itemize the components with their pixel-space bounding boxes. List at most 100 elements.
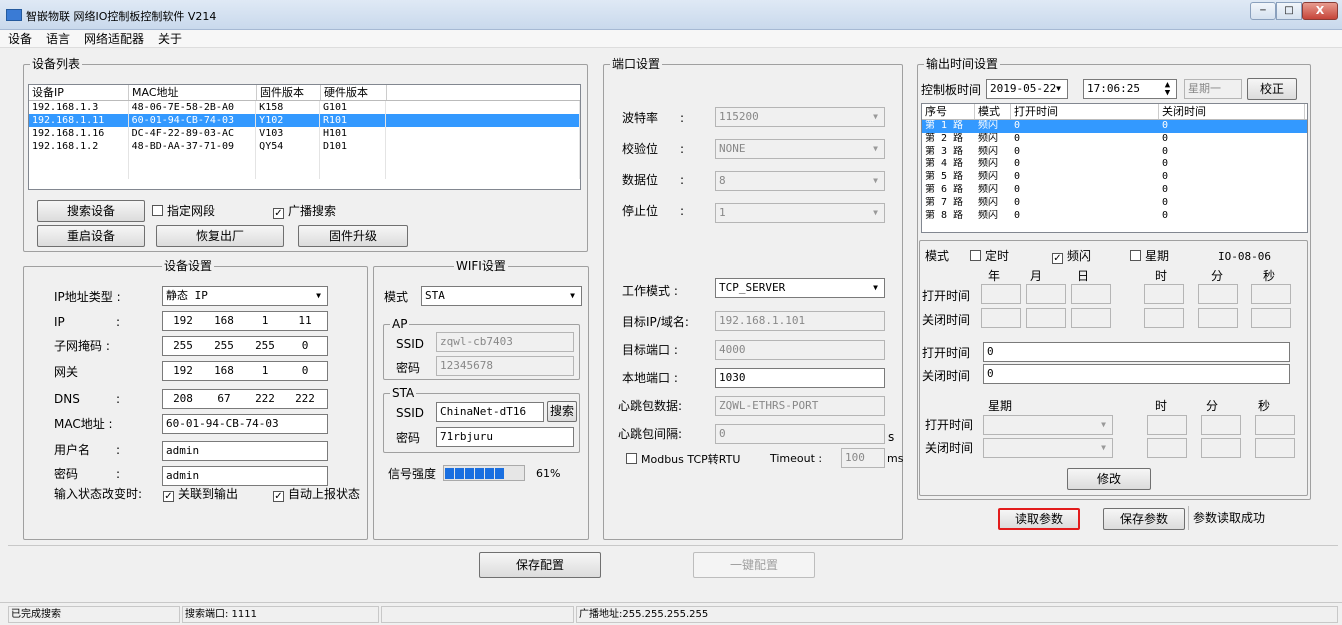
col-mode[interactable]: 模式: [975, 104, 1011, 119]
time-part-field[interactable]: [981, 284, 1021, 304]
username-field[interactable]: admin: [162, 441, 328, 461]
heartbeat-field[interactable]: ZQWL-ETHRS-PORT: [715, 396, 885, 416]
mask-octet[interactable]: 255: [163, 337, 203, 355]
time-part-field[interactable]: [1251, 308, 1291, 328]
table-row[interactable]: [29, 166, 580, 179]
time-part-field[interactable]: [1198, 308, 1238, 328]
table-row[interactable]: 192.168.1.16 DC-4F-22-89-03-AC V103 H101: [29, 127, 580, 140]
time-part-field[interactable]: [1026, 308, 1066, 328]
modbus-checkbox[interactable]: Modbus TCP转RTU: [626, 452, 740, 468]
device-table[interactable]: 设备IP MAC地址 固件版本 硬件版本 192.168.1.3 48-06-7E…: [28, 84, 581, 190]
ip-octet[interactable]: 192: [163, 312, 203, 330]
channel-table[interactable]: 序号 模式 打开时间 关闭时间 第 1 路频闪 0 0 第 2 路频闪 0 0 第 3 路频…: [921, 103, 1308, 233]
one-key-config-button[interactable]: 一键配置: [693, 552, 815, 578]
gw-octet[interactable]: 0: [285, 362, 325, 380]
time-part-field[interactable]: [1071, 284, 1111, 304]
ip-octet[interactable]: 168: [203, 312, 245, 330]
flash-checkbox[interactable]: ✓ 频闪: [1052, 248, 1091, 264]
modify-button[interactable]: 修改: [1067, 468, 1151, 490]
mac-field[interactable]: 60-01-94-CB-74-03: [162, 414, 328, 434]
gw-octet[interactable]: 1: [245, 362, 285, 380]
channel-row[interactable]: 第 7 路 频闪 0 0: [922, 197, 1307, 210]
time-part-field[interactable]: [1255, 438, 1295, 458]
dns-octet[interactable]: 222: [285, 390, 325, 408]
calibrate-button[interactable]: 校正: [1247, 78, 1297, 100]
local-port-field[interactable]: 1030: [715, 368, 885, 388]
target-port-field[interactable]: 4000: [715, 340, 885, 360]
table-row[interactable]: 192.168.1.3 48-06-7E-58-2B-A0 K158 G101: [29, 101, 580, 114]
channel-row[interactable]: 第 4 路 频闪 0 0: [922, 158, 1307, 171]
firmware-upgrade-button[interactable]: 固件升级: [298, 225, 408, 247]
save-params-button[interactable]: 保存参数: [1103, 508, 1185, 530]
time-part-field[interactable]: [981, 308, 1021, 328]
col-close-time[interactable]: 关闭时间: [1159, 104, 1305, 119]
timed-checkbox[interactable]: 定时: [970, 248, 1009, 264]
subnet-mask-field[interactable]: 255 255 255 0: [162, 336, 328, 356]
col-mac[interactable]: MAC地址: [129, 85, 257, 100]
close-weekday-select[interactable]: ▼: [983, 438, 1113, 458]
read-params-button[interactable]: 读取参数: [998, 508, 1080, 530]
wifi-mode-select[interactable]: STA ▼: [421, 286, 582, 306]
heartbeat-interval-field[interactable]: 0: [715, 424, 885, 444]
time-part-field[interactable]: [1198, 284, 1238, 304]
time-part-field[interactable]: [1255, 415, 1295, 435]
time-part-field[interactable]: [1144, 308, 1184, 328]
ip-address-field[interactable]: 192 168 1 11: [162, 311, 328, 331]
ip-octet[interactable]: 1: [245, 312, 285, 330]
dns-octet[interactable]: 67: [203, 390, 245, 408]
table-row[interactable]: 192.168.1.2 48-BD-AA-37-71-09 QY54 D101: [29, 140, 580, 153]
time-part-field[interactable]: [1201, 438, 1241, 458]
channel-row[interactable]: 第 2 路 频闪 0 0: [922, 133, 1307, 146]
auto-report-checkbox[interactable]: ✓ 自动上报状态: [273, 486, 360, 502]
specify-segment-checkbox[interactable]: 指定网段: [152, 203, 215, 219]
close-time-field[interactable]: 0: [983, 364, 1290, 384]
mask-octet[interactable]: 0: [285, 337, 325, 355]
time-part-field[interactable]: [1144, 284, 1184, 304]
board-date-picker[interactable]: 2019-05-22 ▼: [986, 79, 1068, 99]
time-part-field[interactable]: [1147, 415, 1187, 435]
dns-field[interactable]: 208 67 222 222: [162, 389, 328, 409]
ip-octet[interactable]: 11: [285, 312, 325, 330]
menu-adapter[interactable]: 网络适配器: [84, 32, 144, 46]
dns-octet[interactable]: 208: [163, 390, 203, 408]
spinner-icon[interactable]: ▲ ▼: [1160, 81, 1175, 98]
menu-device[interactable]: 设备: [8, 32, 32, 46]
search-device-button[interactable]: 搜索设备: [37, 200, 145, 222]
close-button[interactable]: X: [1302, 2, 1338, 20]
dns-octet[interactable]: 222: [245, 390, 285, 408]
gw-octet[interactable]: 192: [163, 362, 203, 380]
channel-row[interactable]: 第 1 路 频闪 0 0: [922, 120, 1307, 133]
time-part-field[interactable]: [1026, 284, 1066, 304]
menu-language[interactable]: 语言: [46, 32, 70, 46]
stopbits-select[interactable]: 1 ▼: [715, 203, 885, 223]
board-time-spinner[interactable]: 17:06:25 ▲ ▼: [1083, 79, 1177, 99]
col-device-ip[interactable]: 设备IP: [29, 85, 129, 100]
time-part-field[interactable]: [1251, 284, 1291, 304]
channel-row[interactable]: 第 6 路 频闪 0 0: [922, 184, 1307, 197]
channel-row[interactable]: 第 3 路 频闪 0 0: [922, 146, 1307, 159]
mask-octet[interactable]: 255: [203, 337, 245, 355]
time-part-field[interactable]: [1201, 415, 1241, 435]
wifi-search-button[interactable]: 搜索: [547, 401, 577, 422]
col-firmware[interactable]: 固件版本: [257, 85, 321, 100]
save-config-button[interactable]: 保存配置: [479, 552, 601, 578]
password-field[interactable]: admin: [162, 466, 328, 486]
mask-octet[interactable]: 255: [245, 337, 285, 355]
week-checkbox[interactable]: 星期: [1130, 248, 1169, 264]
open-weekday-select[interactable]: ▼: [983, 415, 1113, 435]
time-part-field[interactable]: [1147, 438, 1187, 458]
baud-select[interactable]: 115200 ▼: [715, 107, 885, 127]
broadcast-search-checkbox[interactable]: ✓ 广播搜索: [273, 203, 336, 219]
ap-password-field[interactable]: 12345678: [436, 356, 574, 376]
menu-about[interactable]: 关于: [158, 32, 182, 46]
timeout-field[interactable]: 100: [841, 448, 885, 468]
table-row[interactable]: 192.168.1.11 60-01-94-CB-74-03 Y102 R101: [29, 114, 580, 127]
gateway-field[interactable]: 192 168 1 0: [162, 361, 328, 381]
ap-ssid-field[interactable]: zqwl-cb7403: [436, 332, 574, 352]
target-ip-field[interactable]: 192.168.1.101: [715, 311, 885, 331]
sta-ssid-field[interactable]: ChinaNet-dT16: [436, 402, 544, 422]
time-part-field[interactable]: [1071, 308, 1111, 328]
gw-octet[interactable]: 168: [203, 362, 245, 380]
parity-select[interactable]: NONE ▼: [715, 139, 885, 159]
table-row[interactable]: [29, 153, 580, 166]
